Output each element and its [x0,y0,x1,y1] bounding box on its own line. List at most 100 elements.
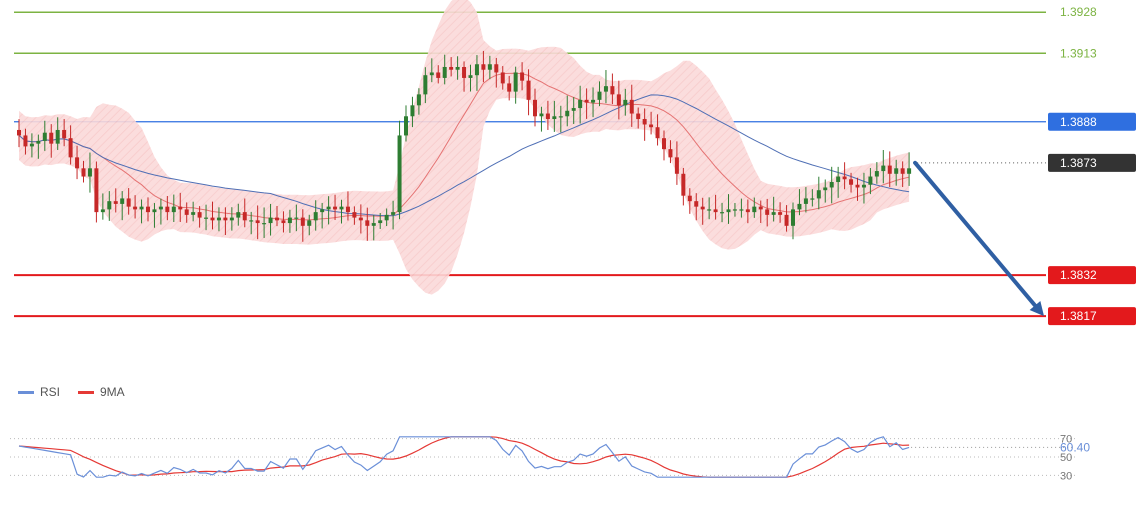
candle-body [242,212,247,221]
candle-body [610,86,615,95]
candle-body [513,72,518,92]
candle-body [842,176,847,180]
candle-body [391,212,396,215]
candle-body [133,206,138,210]
candle-body [216,217,221,221]
candle-body [636,113,641,120]
ma-legend-swatch [78,391,94,394]
candle-body [100,209,105,213]
candle-body [416,94,421,106]
candle-body [823,187,828,191]
candle-body [120,198,125,204]
candle-body [197,212,202,218]
level-label-1.3913: 1.3913 [1060,46,1097,60]
current-price-label: 1.3873 [1060,156,1097,170]
candle-body [700,206,705,210]
candle-body [481,64,486,70]
rsi-panel: 70503060.40 [10,434,1090,482]
candle-body [545,113,550,120]
candle-body [429,72,434,76]
candle-body [494,64,499,73]
candle-body [87,168,92,177]
candle-body [352,212,357,218]
candle-body [42,132,47,141]
candle-body [771,212,776,215]
candle-body [107,201,112,210]
rsi-legend: RSI 9MA [18,385,125,399]
candle-body [900,168,905,174]
candle-body [29,143,34,147]
candle-body [204,217,209,219]
candle-body [836,176,841,182]
candle-body [410,105,415,117]
candle-body [397,135,402,213]
candle-body [707,209,712,211]
candle-body [365,220,370,226]
current-price-line: 1.3873 [913,153,1136,172]
candle-body [758,206,763,210]
candle-body [713,209,718,213]
ma-legend-label: 9MA [100,385,125,399]
candle-body [23,135,28,147]
level-label-1.3928: 1.3928 [1060,5,1097,19]
candle-body [765,209,770,215]
candle-body [287,217,292,224]
candle-body [300,217,305,226]
candle-body [881,165,886,172]
candle-body [687,195,692,202]
chart-canvas: 1.3873 1.3928 1.3913 1.3888 1.3832 1.3817 RS… [10,0,1136,482]
candle-body [797,203,802,210]
candle-body [861,184,866,188]
candle-body [745,209,750,213]
candle-body [184,209,189,215]
candle-body [404,116,408,136]
bollinger-band [19,0,910,295]
candle [94,161,99,223]
candle-body [849,179,854,185]
candle-body [191,212,196,215]
candle-body [371,223,376,226]
forecast-arrow-shaft [913,160,1037,308]
level-label-1.3888: 1.3888 [1060,115,1097,129]
candle-body [49,132,54,144]
candle-body [262,223,267,225]
candle-body [275,217,279,221]
level-label-1.3817: 1.3817 [1060,309,1097,323]
candle-body [75,157,80,169]
candle-body [520,72,525,81]
candle-body [681,173,686,196]
candle-body [326,206,331,210]
candle-body [358,217,363,221]
candle-body [229,217,234,221]
candle-body [894,168,899,174]
candle-body [874,171,879,177]
level-label-1.3832: 1.3832 [1060,268,1097,282]
candle-body [281,220,286,224]
candle-body [223,217,228,221]
candle-body [333,206,338,210]
candle-body [442,66,447,78]
candle-body [578,99,583,109]
candle-body [55,129,60,144]
bollinger-band-area [19,0,910,295]
candle-body [249,220,254,222]
candle-body [616,94,621,106]
candle-body [462,66,467,78]
candle-body [17,129,21,136]
candle-body [423,75,428,95]
rsi-ma-line [18,436,910,478]
candle-body [642,119,647,125]
candle-body [868,176,873,185]
rsi-legend-swatch [18,391,34,394]
candle-body [81,168,86,177]
candle-body [152,209,157,213]
candle-body [436,72,441,78]
candle-body [320,209,325,213]
candle-body [307,220,312,226]
candle-body [378,220,383,224]
candle-body [726,209,731,213]
candle-body [268,217,273,224]
candle-body [603,86,608,92]
candle-body [752,206,757,213]
candle-body [339,206,344,210]
